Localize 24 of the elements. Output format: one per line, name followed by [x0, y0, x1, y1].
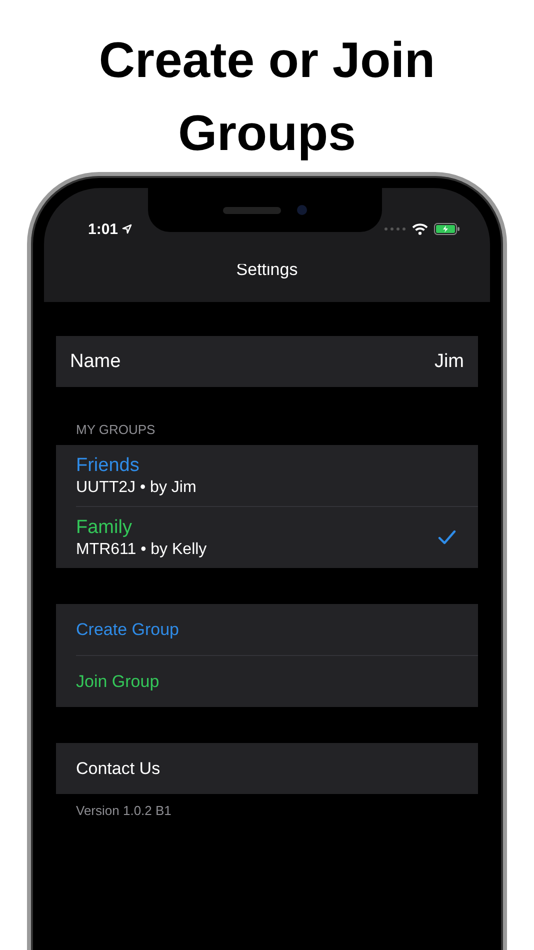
signal-dots-icon: [384, 227, 406, 231]
action-row[interactable]: Join Group: [76, 655, 478, 707]
group-row[interactable]: Friends UUTT2J • by Jim: [56, 445, 478, 506]
status-time: 1:01: [88, 220, 118, 238]
group-name: Family: [76, 516, 133, 538]
action-label: Join Group: [76, 672, 160, 692]
group-detail: UUTT2J • by Jim: [76, 478, 196, 496]
contact-row[interactable]: Contact Us: [56, 743, 478, 794]
battery-charging-icon: [434, 223, 460, 235]
group-name: Friends: [76, 454, 140, 476]
wifi-icon: [412, 223, 428, 235]
version-text: Version 1.0.2 B1: [75, 802, 172, 820]
nav-title: Settings: [236, 260, 298, 280]
headline: Create or Join Groups: [98, 31, 436, 162]
action-label: Create Group: [76, 620, 179, 640]
group-detail: MTR611 • by Kelly: [76, 540, 207, 558]
section-header: MY GROUPS: [75, 421, 156, 439]
name-row[interactable]: Name Jim: [56, 336, 478, 387]
name-value: Jim: [434, 350, 464, 372]
location-arrow-icon: [122, 224, 132, 234]
action-row[interactable]: Create Group: [56, 604, 478, 655]
group-row[interactable]: Family MTR611 • by Kelly: [76, 506, 478, 568]
contact-label: Contact Us: [76, 758, 160, 778]
name-label: Name: [70, 350, 121, 372]
